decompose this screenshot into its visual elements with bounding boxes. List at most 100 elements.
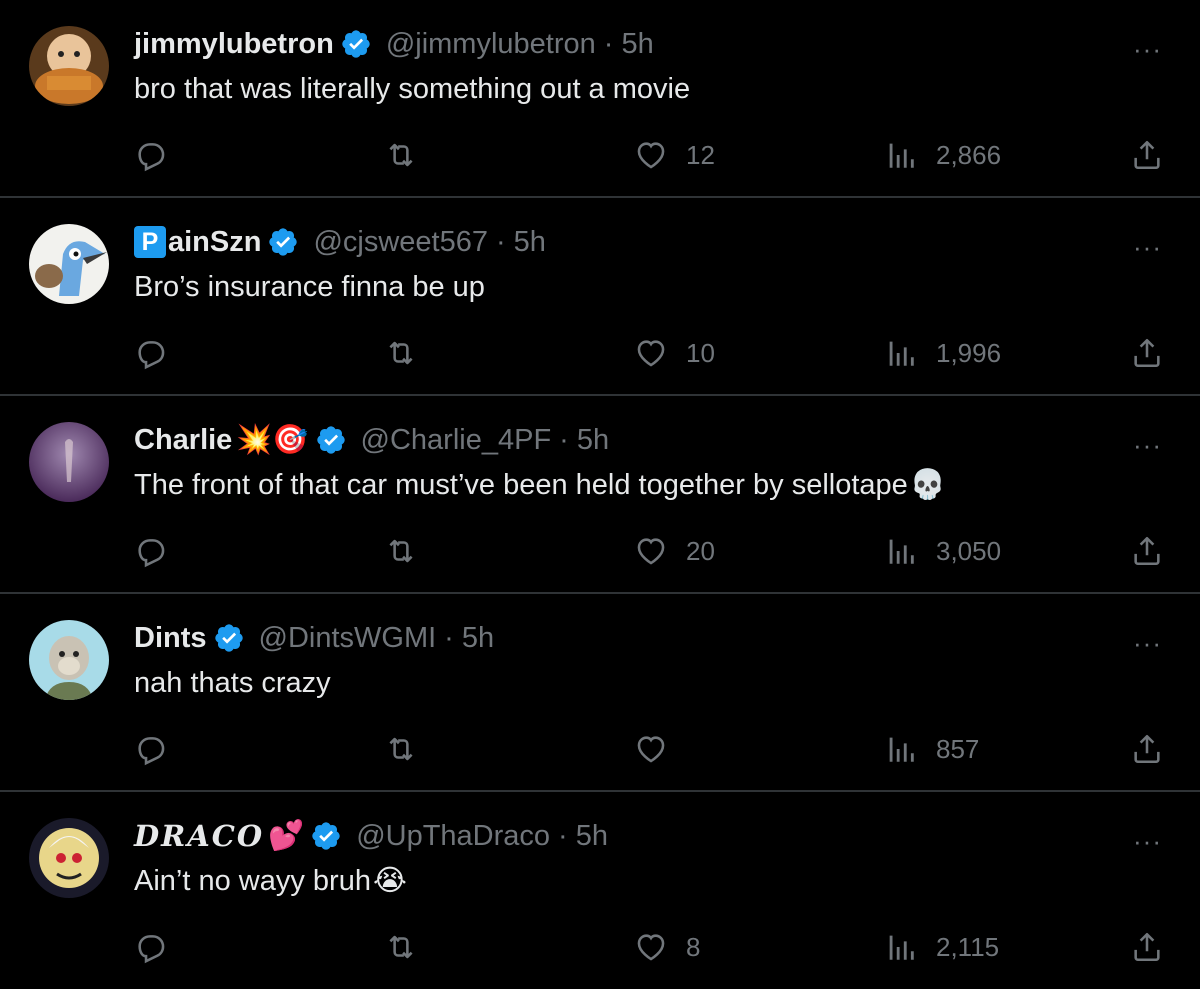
like-button[interactable]: 20 <box>634 531 715 571</box>
more-icon[interactable]: ··· <box>1133 628 1162 659</box>
like-button[interactable]: 10 <box>634 333 715 373</box>
more-icon[interactable]: ··· <box>1133 430 1162 461</box>
handle[interactable]: @Charlie_4PF <box>361 420 552 460</box>
more-icon[interactable]: ··· <box>1133 232 1162 263</box>
views-button[interactable]: 857 <box>884 729 979 769</box>
views-button[interactable]: 2,115 <box>884 927 999 967</box>
separator: · <box>496 226 506 258</box>
heart-icon <box>637 934 665 961</box>
timestamp[interactable]: 5h <box>462 618 494 658</box>
timestamp[interactable]: 5h <box>576 816 608 856</box>
like-button[interactable]: 12 <box>634 135 715 175</box>
separator: · <box>444 622 454 654</box>
views-icon <box>889 737 914 762</box>
name-emoji: 💥🎯 <box>236 424 309 456</box>
separator: · <box>559 424 569 456</box>
heart-icon <box>637 340 665 367</box>
tweet-text-body: bro that was literally something out a m… <box>134 73 691 105</box>
reply-button[interactable] <box>134 135 168 175</box>
views-count: 2,866 <box>936 139 1002 170</box>
share-button[interactable] <box>1130 729 1164 769</box>
timestamp[interactable]: 5h <box>621 24 653 64</box>
more-icon[interactable]: ··· <box>1133 34 1162 65</box>
tweet[interactable]: Charlie 💥🎯 @Charlie_4PF · 5h ··· The fro… <box>0 396 1200 594</box>
skull-emoji: 💀 <box>909 469 946 501</box>
retweet-icon <box>389 935 413 959</box>
reply-button[interactable] <box>134 333 168 373</box>
retweet-button[interactable] <box>384 927 418 967</box>
share-button[interactable] <box>1130 333 1164 373</box>
tweet-text-body: Bro’s insurance finna be up <box>134 271 485 303</box>
tweet[interactable]: P ainSzn @cjsweet567 · 5h ··· Bro’s insu… <box>0 198 1200 396</box>
display-name[interactable]: jimmylubetron <box>134 24 334 64</box>
tweet[interactable]: 𝑫𝑹𝑨𝑪𝑶 💕 @UpThaDraco · 5h ··· Ain’t no wa… <box>0 792 1200 989</box>
tweet-actions: 10 1,996 <box>0 333 1200 373</box>
like-button[interactable]: 8 <box>634 927 700 967</box>
tweet[interactable]: Dints @DintsWGMI · 5h ··· nah thats craz… <box>0 594 1200 792</box>
heart-icon <box>637 538 665 565</box>
reply-icon <box>138 143 165 172</box>
tweet-actions: 857 <box>0 729 1200 769</box>
timestamp[interactable]: 5h <box>577 420 609 460</box>
tweet-text: bro that was literally something out a m… <box>134 69 690 109</box>
handle[interactable]: @UpThaDraco <box>356 816 550 856</box>
views-icon <box>889 341 914 366</box>
reply-button[interactable] <box>134 729 168 769</box>
display-name[interactable]: ainSzn <box>168 222 261 262</box>
more-icon[interactable]: ··· <box>1133 826 1162 857</box>
reply-button[interactable] <box>134 927 168 967</box>
avatar[interactable] <box>29 224 109 304</box>
retweet-button[interactable] <box>384 729 418 769</box>
tweet-actions: 20 3,050 <box>0 531 1200 571</box>
reply-button[interactable] <box>134 531 168 571</box>
share-button[interactable] <box>1130 927 1164 967</box>
share-icon <box>1134 140 1160 170</box>
reply-icon <box>138 935 165 964</box>
crying-emoji: 😭 <box>372 865 407 897</box>
views-button[interactable]: 3,050 <box>884 531 1001 571</box>
share-button[interactable] <box>1130 531 1164 571</box>
share-icon <box>1134 338 1160 368</box>
display-name[interactable]: 𝑫𝑹𝑨𝑪𝑶 <box>134 816 264 856</box>
views-icon <box>889 143 914 168</box>
avatar[interactable] <box>29 620 109 700</box>
tweet-actions: 8 2,115 <box>0 927 1200 967</box>
like-button[interactable] <box>634 729 686 769</box>
avatar[interactable] <box>29 422 109 502</box>
heart-icon <box>637 736 665 763</box>
retweet-button[interactable] <box>384 135 418 175</box>
separator: · <box>558 820 568 852</box>
views-count: 1,996 <box>936 337 1002 368</box>
like-count: 20 <box>686 535 715 566</box>
retweet-icon <box>389 539 413 563</box>
display-name[interactable]: Charlie <box>134 420 232 460</box>
handle[interactable]: @cjsweet567 <box>313 222 488 262</box>
tweet-text-body: nah thats crazy <box>134 667 331 699</box>
avatar[interactable] <box>29 818 109 898</box>
verified-badge-icon <box>342 30 370 58</box>
share-button[interactable] <box>1130 135 1164 175</box>
retweet-icon <box>389 341 413 365</box>
tweet-text: Bro’s insurance finna be up <box>134 267 485 307</box>
retweet-icon <box>389 737 413 761</box>
views-count: 857 <box>936 733 980 764</box>
tweet-text-body: The front of that car must’ve been held … <box>134 469 908 501</box>
retweet-button[interactable] <box>384 333 418 373</box>
share-icon <box>1134 734 1160 764</box>
verified-badge-icon <box>269 228 298 256</box>
tweet-text: nah thats crazy <box>134 663 331 703</box>
like-count: 8 <box>686 931 701 962</box>
handle[interactable]: @DintsWGMI <box>259 618 437 658</box>
display-name[interactable]: Dints <box>134 618 207 658</box>
views-button[interactable]: 1,996 <box>884 333 1001 373</box>
avatar[interactable] <box>29 26 109 106</box>
retweet-icon <box>389 143 413 167</box>
tweet[interactable]: jimmylubetron @jimmylubetron · 5h ··· br… <box>0 0 1200 198</box>
name-emoji: 💕 <box>268 820 305 852</box>
retweet-button[interactable] <box>384 531 418 571</box>
reply-icon <box>138 341 165 370</box>
timestamp[interactable]: 5h <box>514 222 546 262</box>
views-button[interactable]: 2,866 <box>884 135 1001 175</box>
handle[interactable]: @jimmylubetron <box>386 24 596 64</box>
like-count: 12 <box>686 139 715 170</box>
